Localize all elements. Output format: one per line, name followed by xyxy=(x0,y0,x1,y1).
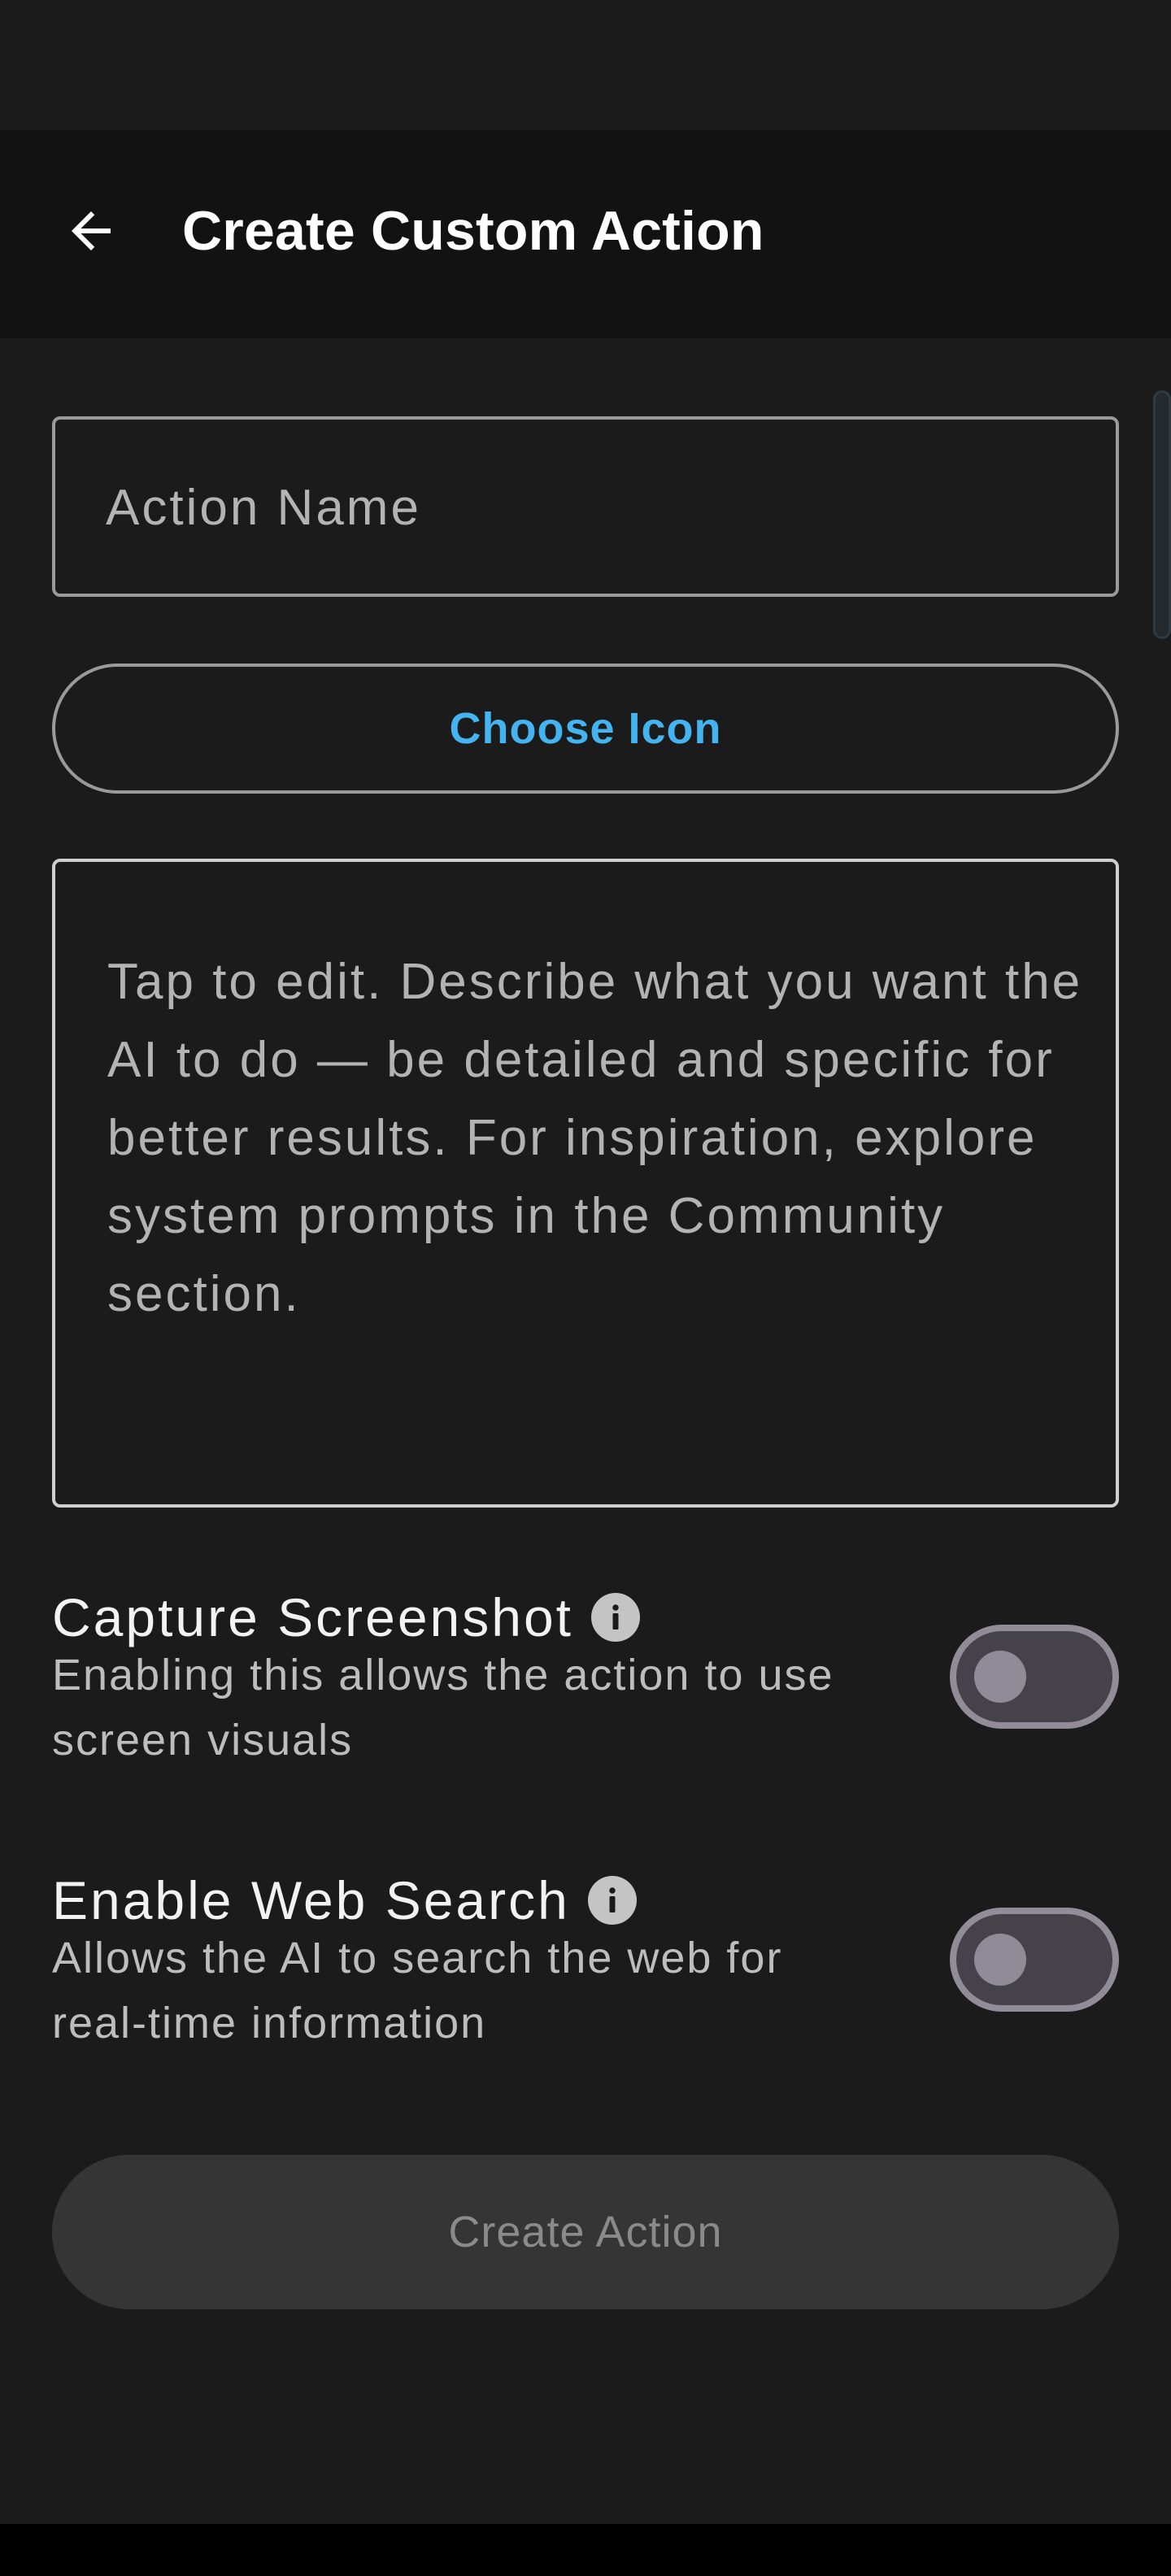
action-name-input[interactable] xyxy=(104,420,1067,595)
web-search-toggle[interactable] xyxy=(950,1908,1119,2012)
create-action-button[interactable]: Create Action xyxy=(52,2155,1119,2309)
back-button[interactable] xyxy=(42,182,140,280)
info-glyph xyxy=(612,1604,619,1630)
arrow-back-icon xyxy=(72,211,111,250)
web-search-description: Allows the AI to search the web for real… xyxy=(52,1934,783,2047)
info-icon[interactable] xyxy=(591,1593,641,1642)
info-glyph xyxy=(609,1887,616,1912)
choose-icon-button[interactable]: Choose Icon xyxy=(52,664,1119,794)
toggle-knob xyxy=(974,1934,1026,1986)
page-title: Create Custom Action xyxy=(182,200,764,262)
capture-screenshot-description: Enabling this allows the action to use s… xyxy=(52,1651,834,1764)
scrollbar[interactable] xyxy=(1153,390,1171,639)
toggle-knob xyxy=(974,1651,1026,1703)
capture-screenshot-toggle[interactable] xyxy=(950,1625,1119,1729)
info-icon[interactable] xyxy=(587,1876,637,1925)
prompt-editor[interactable]: Tap to edit. Describe what you want the … xyxy=(52,859,1119,1508)
system-nav-bar xyxy=(0,2524,1171,2576)
prompt-placeholder: Tap to edit. Describe what you want the … xyxy=(107,954,1083,1322)
action-name-field[interactable] xyxy=(52,416,1119,597)
status-bar xyxy=(0,0,1171,130)
